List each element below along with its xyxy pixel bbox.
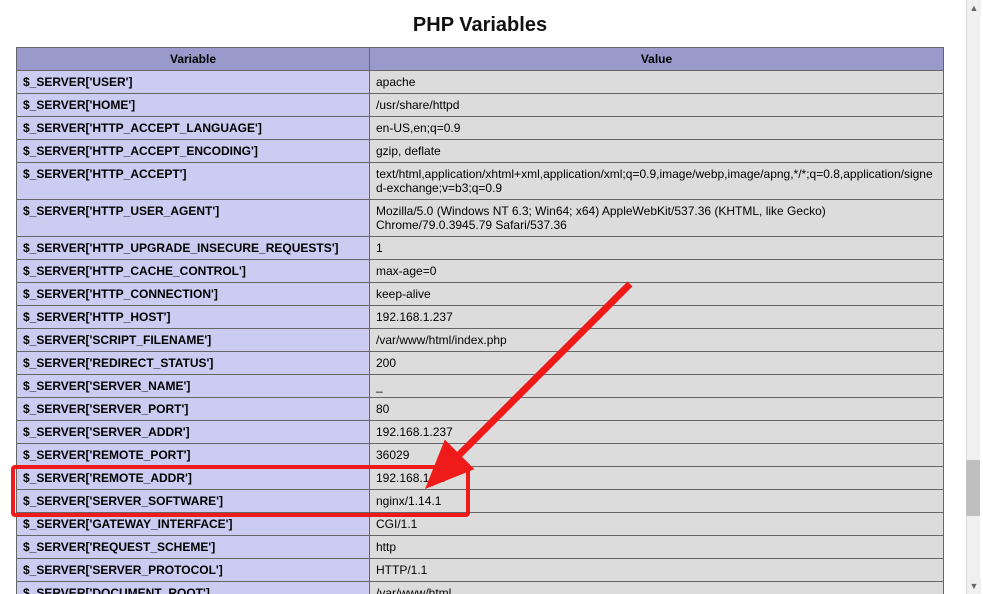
variable-cell: $_SERVER['SCRIPT_FILENAME'] xyxy=(17,329,370,352)
variable-cell: $_SERVER['HTTP_CONNECTION'] xyxy=(17,283,370,306)
table-row: $_SERVER['HTTP_CACHE_CONTROL']max-age=0 xyxy=(17,260,944,283)
variable-cell: $_SERVER['HTTP_USER_AGENT'] xyxy=(17,200,370,237)
table-row: $_SERVER['DOCUMENT_ROOT']/var/www/html xyxy=(17,582,944,594)
table-body: $_SERVER['USER']apache$_SERVER['HOME']/u… xyxy=(17,71,944,594)
variable-cell: $_SERVER['REMOTE_PORT'] xyxy=(17,444,370,467)
header-value: Value xyxy=(370,48,944,71)
value-cell: Mozilla/5.0 (Windows NT 6.3; Win64; x64)… xyxy=(370,200,944,237)
value-cell: 80 xyxy=(370,398,944,421)
php-variables-table: Variable Value $_SERVER['USER']apache$_S… xyxy=(16,47,944,594)
table-row: $_SERVER['REQUEST_SCHEME']http xyxy=(17,536,944,559)
table-row: $_SERVER['HOME']/usr/share/httpd xyxy=(17,94,944,117)
table-row: $_SERVER['HTTP_ACCEPT_ENCODING']gzip, de… xyxy=(17,140,944,163)
value-cell: 200 xyxy=(370,352,944,375)
variable-cell: $_SERVER['REMOTE_ADDR'] xyxy=(17,467,370,490)
value-cell: 36029 xyxy=(370,444,944,467)
variable-cell: $_SERVER['REQUEST_SCHEME'] xyxy=(17,536,370,559)
value-cell: nginx/1.14.1 xyxy=(370,490,944,513)
variable-cell: $_SERVER['HTTP_HOST'] xyxy=(17,306,370,329)
table-row: $_SERVER['REDIRECT_STATUS']200 xyxy=(17,352,944,375)
value-cell: 192.168.1.237 xyxy=(370,306,944,329)
table-row: $_SERVER['SERVER_NAME']_ xyxy=(17,375,944,398)
variable-cell: $_SERVER['SERVER_SOFTWARE'] xyxy=(17,490,370,513)
variable-cell: $_SERVER['DOCUMENT_ROOT'] xyxy=(17,582,370,594)
table-row: $_SERVER['SERVER_SOFTWARE']nginx/1.14.1 xyxy=(17,490,944,513)
scroll-down-button[interactable]: ▼ xyxy=(967,578,981,594)
scrollbar-thumb[interactable] xyxy=(966,460,980,516)
table-row: $_SERVER['HTTP_CONNECTION']keep-alive xyxy=(17,283,944,306)
variable-cell: $_SERVER['SERVER_ADDR'] xyxy=(17,421,370,444)
table-row: $_SERVER['HTTP_HOST']192.168.1.237 xyxy=(17,306,944,329)
variable-cell: $_SERVER['SERVER_NAME'] xyxy=(17,375,370,398)
value-cell: text/html,application/xhtml+xml,applicat… xyxy=(370,163,944,200)
table-row: $_SERVER['USER']apache xyxy=(17,71,944,94)
variable-cell: $_SERVER['REDIRECT_STATUS'] xyxy=(17,352,370,375)
value-cell: keep-alive xyxy=(370,283,944,306)
value-cell: en-US,en;q=0.9 xyxy=(370,117,944,140)
variable-cell: $_SERVER['GATEWAY_INTERFACE'] xyxy=(17,513,370,536)
table-row: $_SERVER['HTTP_ACCEPT']text/html,applica… xyxy=(17,163,944,200)
table-row: $_SERVER['GATEWAY_INTERFACE']CGI/1.1 xyxy=(17,513,944,536)
variable-cell: $_SERVER['HTTP_CACHE_CONTROL'] xyxy=(17,260,370,283)
variable-cell: $_SERVER['SERVER_PORT'] xyxy=(17,398,370,421)
table-row: $_SERVER['HTTP_ACCEPT_LANGUAGE']en-US,en… xyxy=(17,117,944,140)
value-cell: CGI/1.1 xyxy=(370,513,944,536)
table-row: $_SERVER['REMOTE_ADDR']192.168.1.10 xyxy=(17,467,944,490)
value-cell: 192.168.1.237 xyxy=(370,421,944,444)
value-cell: http xyxy=(370,536,944,559)
table-row: $_SERVER['HTTP_UPGRADE_INSECURE_REQUESTS… xyxy=(17,237,944,260)
value-cell: 1 xyxy=(370,237,944,260)
variable-cell: $_SERVER['HTTP_ACCEPT'] xyxy=(17,163,370,200)
variable-cell: $_SERVER['HTTP_ACCEPT_LANGUAGE'] xyxy=(17,117,370,140)
variable-cell: $_SERVER['HOME'] xyxy=(17,94,370,117)
value-cell: 192.168.1.10 xyxy=(370,467,944,490)
table-row: $_SERVER['SCRIPT_FILENAME']/var/www/html… xyxy=(17,329,944,352)
table-row: $_SERVER['HTTP_USER_AGENT']Mozilla/5.0 (… xyxy=(17,200,944,237)
table-row: $_SERVER['SERVER_ADDR']192.168.1.237 xyxy=(17,421,944,444)
value-cell: gzip, deflate xyxy=(370,140,944,163)
value-cell: apache xyxy=(370,71,944,94)
table-row: $_SERVER['SERVER_PORT']80 xyxy=(17,398,944,421)
variable-cell: $_SERVER['SERVER_PROTOCOL'] xyxy=(17,559,370,582)
variable-cell: $_SERVER['HTTP_ACCEPT_ENCODING'] xyxy=(17,140,370,163)
variable-cell: $_SERVER['USER'] xyxy=(17,71,370,94)
value-cell: /var/www/html/index.php xyxy=(370,329,944,352)
header-variable: Variable xyxy=(17,48,370,71)
value-cell: HTTP/1.1 xyxy=(370,559,944,582)
value-cell: max-age=0 xyxy=(370,260,944,283)
scroll-up-button[interactable]: ▲ xyxy=(967,0,981,16)
value-cell: /var/www/html xyxy=(370,582,944,594)
value-cell: _ xyxy=(370,375,944,398)
value-cell: /usr/share/httpd xyxy=(370,94,944,117)
variable-cell: $_SERVER['HTTP_UPGRADE_INSECURE_REQUESTS… xyxy=(17,237,370,260)
table-row: $_SERVER['REMOTE_PORT']36029 xyxy=(17,444,944,467)
table-row: $_SERVER['SERVER_PROTOCOL']HTTP/1.1 xyxy=(17,559,944,582)
page-content[interactable]: PHP Variables Variable Value $_SERVER['U… xyxy=(0,0,960,594)
table-header-row: Variable Value xyxy=(17,48,944,71)
page-title: PHP Variables xyxy=(0,0,960,47)
